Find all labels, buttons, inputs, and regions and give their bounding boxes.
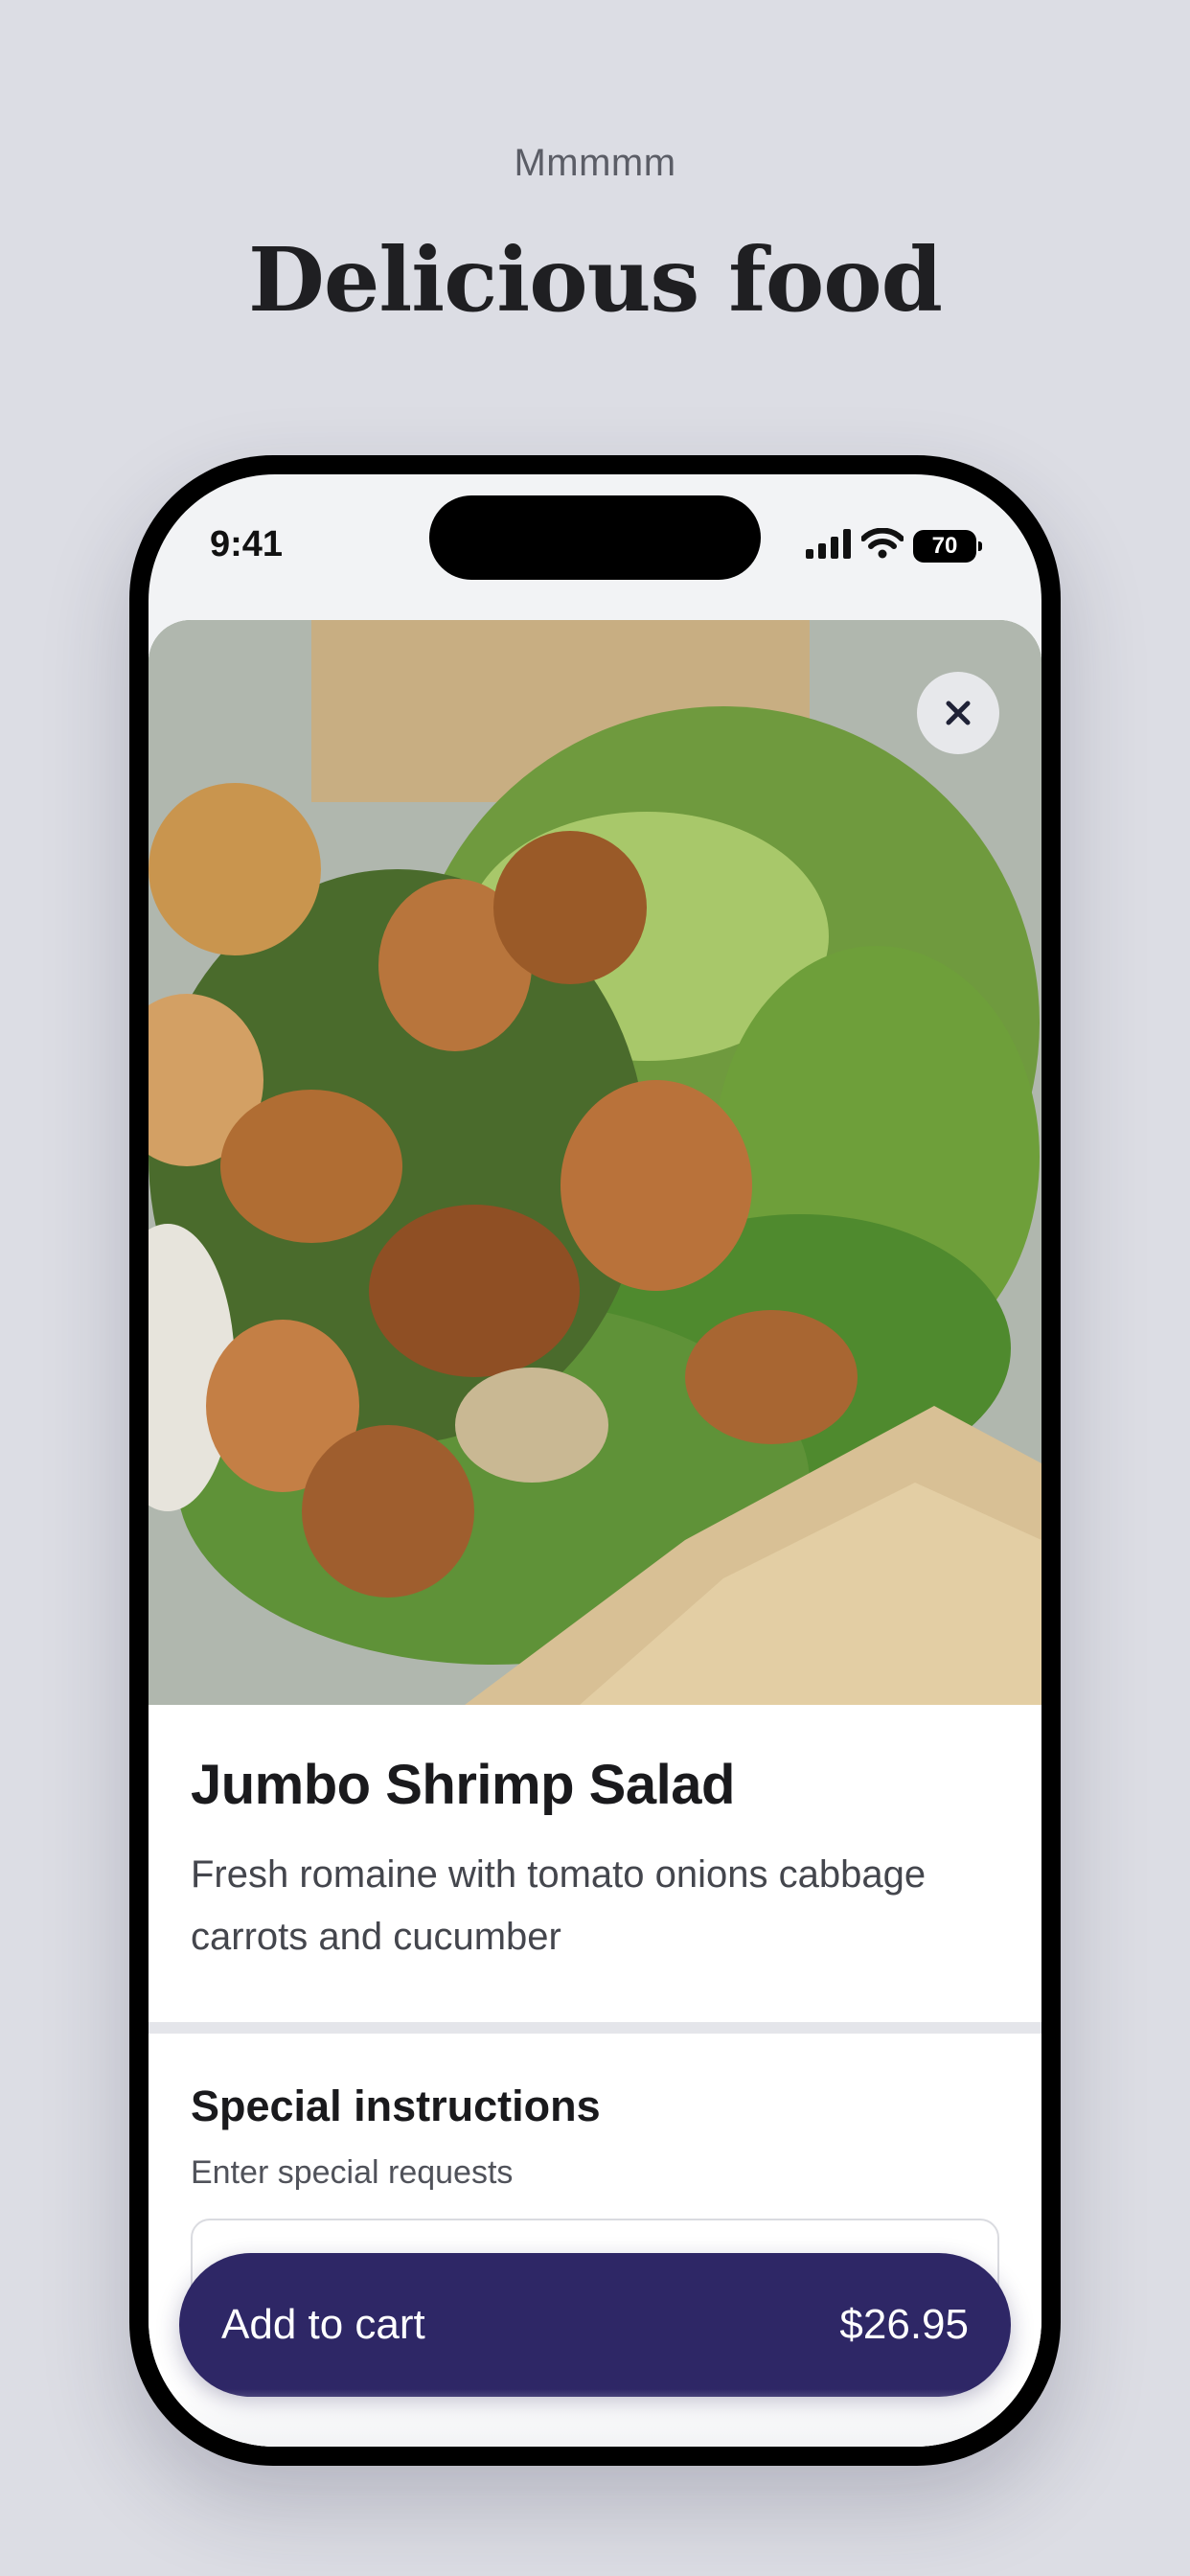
add-to-cart-label: Add to cart	[221, 2301, 425, 2348]
close-icon	[946, 701, 971, 725]
dynamic-island	[429, 495, 761, 580]
close-button[interactable]	[917, 672, 999, 754]
section-divider	[149, 2022, 1041, 2034]
item-name: Jumbo Shrimp Salad	[191, 1754, 735, 1816]
status-bar: 9:41 70	[149, 474, 1041, 618]
status-time: 9:41	[210, 524, 284, 564]
item-details: Jumbo Shrimp Salad Fresh romaine with to…	[149, 1705, 1041, 2022]
item-description: Fresh romaine with tomato onions cabbage…	[191, 1853, 927, 1958]
wifi-icon	[860, 527, 904, 564]
cart-price: $26.95	[839, 2301, 969, 2348]
promo-eyebrow: Mmmmm	[514, 142, 676, 184]
instructions-title: Special instructions	[191, 2082, 601, 2130]
item-detail-sheet: Jumbo Shrimp Salad Fresh romaine with to…	[149, 620, 1041, 2447]
battery-icon: 70	[913, 529, 982, 563]
add-to-cart-button[interactable]: Add to cart $26.95	[179, 2253, 1011, 2397]
signal-icon	[806, 528, 852, 564]
food-photo	[149, 620, 1041, 1705]
instructions-subtitle: Enter special requests	[191, 2154, 514, 2191]
phone-frame: 9:41 70 Jumbo Shrimp Salad Fresh romaine…	[129, 455, 1061, 2466]
promo-title: Delicious food	[248, 228, 943, 332]
status-icons: 70	[806, 527, 982, 564]
phone-screen: 9:41 70 Jumbo Shrimp Salad Fresh romaine…	[149, 474, 1041, 2447]
home-indicator-area	[149, 2389, 1041, 2447]
